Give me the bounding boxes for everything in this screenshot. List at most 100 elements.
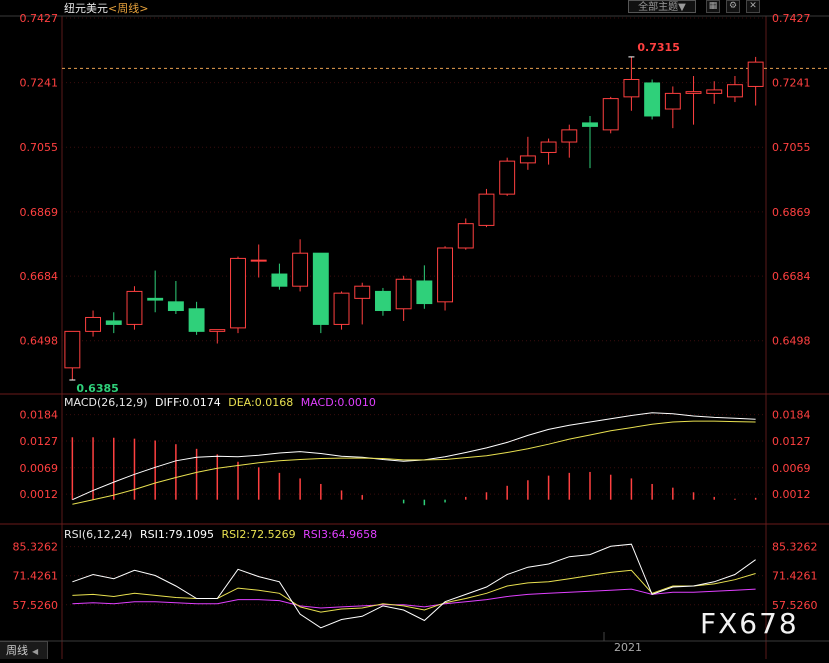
close-icon[interactable]: ✕ — [746, 0, 760, 13]
candle — [395, 275, 412, 321]
candle — [416, 265, 433, 309]
chart-svg[interactable]: 0.7427 0.74270.7241 0.72410.7055 0.70550.68… — [0, 0, 829, 659]
chart-stage[interactable]: 0.7427 0.7427 0.7241 0.7241 0.7055 0.7055 0.68… — [0, 0, 829, 659]
rsi1-line — [72, 543, 756, 629]
tab-arrow-icon: ◀ — [32, 647, 39, 656]
candle — [167, 280, 184, 314]
candle — [250, 244, 267, 278]
macd-diff-label: DIFF:0.0174 — [155, 396, 221, 409]
symbol-name: 纽元美元 — [64, 2, 108, 15]
candle-body — [167, 301, 184, 312]
candle — [561, 124, 578, 158]
candle-body — [747, 61, 764, 87]
candle — [623, 56, 640, 111]
candle — [271, 263, 288, 290]
rsi1-label: RSI1:79.1095 — [139, 528, 215, 541]
candle — [747, 56, 764, 106]
candle — [540, 138, 557, 165]
candle-body — [540, 141, 557, 153]
price-tick-left: 0.6869 — [20, 206, 59, 219]
grid-icon[interactable]: ▦ — [706, 0, 720, 13]
price-tick-right: 0.6684 — [772, 270, 811, 283]
candle — [230, 256, 246, 334]
candle — [602, 96, 619, 134]
candle — [706, 81, 723, 104]
macd-tick-right: 0.0184 — [772, 409, 811, 422]
macd-tick-left: 0.0012 — [20, 488, 59, 501]
period-tab-label: 周线 — [6, 644, 28, 657]
candle — [85, 310, 102, 337]
settings-icon[interactable]: ⚙ — [726, 0, 740, 13]
candle — [644, 79, 661, 120]
candle-body — [478, 193, 495, 226]
candle-body — [623, 78, 640, 98]
candle-body — [602, 98, 619, 131]
candle-body — [395, 278, 412, 310]
candle-body — [499, 160, 516, 195]
candle-body — [519, 155, 536, 164]
price-tick-left: 0.7241 — [20, 77, 59, 90]
candle-body — [333, 292, 350, 325]
macd-tick-right: 0.0012 — [772, 488, 811, 501]
rsi-title: RSI(6,12,24) — [64, 528, 133, 541]
candle-body — [230, 257, 246, 329]
candle — [685, 76, 702, 125]
price-tick-left: 0.6498 — [20, 335, 59, 348]
candle — [457, 218, 474, 250]
candle-body — [312, 252, 329, 325]
macd-dea-label: DEA:0.0168 — [228, 396, 294, 409]
candle-body — [437, 247, 454, 303]
candle — [374, 287, 391, 316]
macd-value-label: MACD:0.0010 — [300, 396, 376, 409]
candle-body — [126, 290, 143, 325]
theme-select-button[interactable]: 全部主题▼ — [628, 0, 696, 13]
low-annotation: 0.6385 — [76, 382, 118, 395]
macd-tick-left: 0.0184 — [20, 409, 59, 422]
candle — [64, 330, 81, 380]
macd-title: MACD(26,12,9) — [64, 396, 148, 409]
macd-legend: MACD(26,12,9) DIFF:0.0174 DEA:0.0168 MAC… — [64, 396, 380, 409]
candle — [209, 329, 226, 344]
candle-body — [105, 320, 122, 325]
candle-body — [706, 89, 723, 94]
rsi-tick-right: 71.4261 — [772, 570, 818, 583]
macd-tick-left: 0.0069 — [20, 462, 59, 475]
candle — [437, 246, 454, 311]
rsi-tick-right: 85.3262 — [772, 541, 818, 554]
candle-body — [64, 330, 81, 369]
candle — [147, 270, 164, 313]
candle-body — [147, 297, 164, 301]
candle — [333, 291, 350, 330]
candle-body — [685, 91, 702, 94]
candle-body — [292, 252, 309, 287]
rsi-tick-left: 57.5260 — [13, 599, 59, 612]
rsi-tick-left: 85.3262 — [13, 541, 59, 554]
candle — [312, 252, 329, 334]
period-tab[interactable]: 周线 ◀ — [0, 641, 48, 659]
candle — [726, 76, 743, 103]
price-tick-right: 0.6498 — [772, 335, 811, 348]
macd-tick-right: 0.0127 — [772, 435, 811, 448]
candle-body — [582, 122, 598, 127]
candle-body — [416, 280, 433, 305]
price-tick-left: 0.6684 — [20, 270, 59, 283]
macd-tick-right: 0.0069 — [772, 462, 811, 475]
rsi2-label: RSI2:72.5269 — [221, 528, 296, 541]
candle — [499, 157, 516, 196]
candle — [105, 312, 122, 334]
macd-tick-left: 0.0127 — [20, 435, 59, 448]
candle — [582, 115, 598, 169]
year-label: 2021 — [614, 641, 642, 654]
candle-body — [188, 308, 205, 332]
symbol-title: 纽元美元<周线> — [64, 0, 148, 16]
price-tick-right: 0.6869 — [772, 206, 811, 219]
rsi3-label: RSI3:64.9658 — [303, 528, 378, 541]
candle — [664, 86, 681, 129]
candle-body — [457, 223, 474, 249]
candle — [354, 282, 371, 325]
candle — [292, 239, 309, 292]
macd-dea-line — [72, 420, 756, 505]
macd-diff-line — [72, 412, 756, 501]
candle-body — [726, 84, 743, 98]
candle-body — [561, 129, 578, 143]
